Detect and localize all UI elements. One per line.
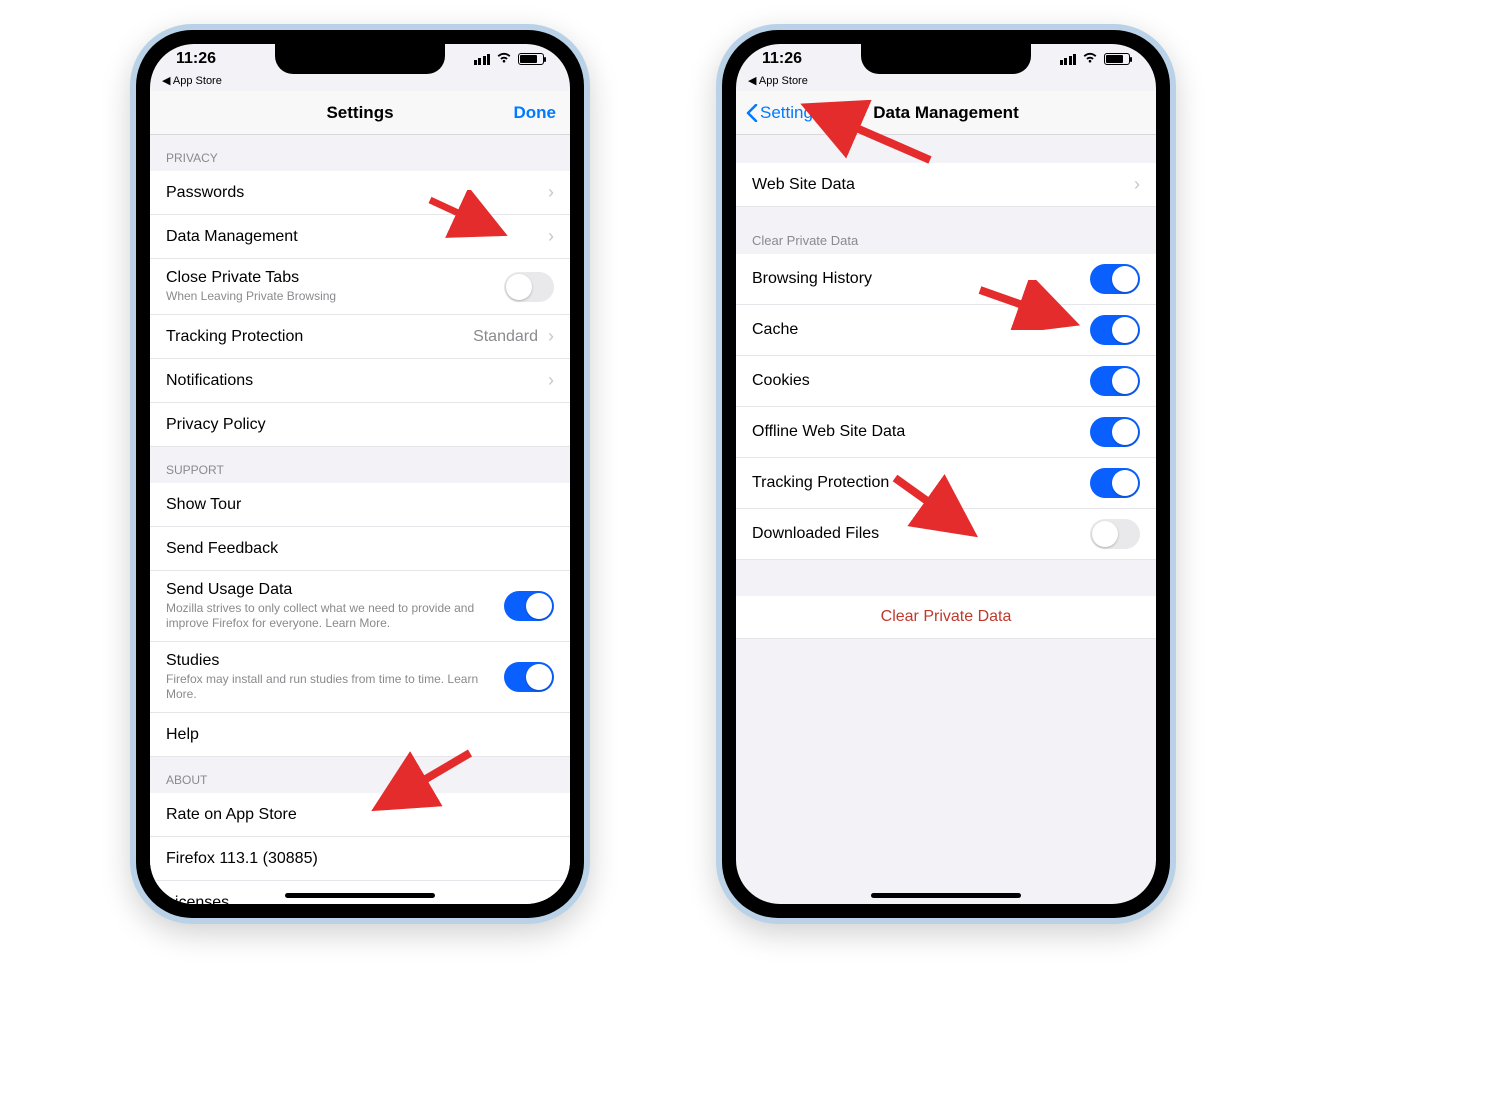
row-send-feedback[interactable]: Send Feedback [150,527,570,571]
navbar: Settings Done [150,91,570,135]
row-web-site-data[interactable]: Web Site Data › [736,163,1156,207]
row-cookies[interactable]: Cookies [736,356,1156,407]
row-cache[interactable]: Cache [736,305,1156,356]
toggle-studies[interactable] [504,662,554,692]
status-icons [474,51,545,67]
settings-content: PRIVACY Passwords › Data Management › Cl… [150,135,570,904]
toggle-cookies[interactable] [1090,366,1140,396]
navbar: Settings Data Management [736,91,1156,135]
done-button[interactable]: Done [514,103,557,123]
bezel: 11:26 ◀ App Store Settings Data Manageme… [722,30,1170,918]
toggle-downloaded-files[interactable] [1090,519,1140,549]
home-indicator[interactable] [285,893,435,898]
chevron-right-icon: › [548,326,554,347]
cellular-icon [1060,54,1077,65]
row-version[interactable]: Firefox 113.1 (30885) [150,837,570,881]
row-browsing-history[interactable]: Browsing History [736,254,1156,305]
chevron-left-icon [746,104,758,122]
row-privacy-policy[interactable]: Privacy Policy [150,403,570,447]
row-notifications[interactable]: Notifications › [150,359,570,403]
toggle-offline-data[interactable] [1090,417,1140,447]
wifi-icon [1082,51,1098,67]
cellular-icon [474,54,491,65]
chevron-right-icon: › [548,370,554,391]
status-icons [1060,51,1131,67]
row-tracking-protection[interactable]: Tracking Protection Standard › [150,315,570,359]
toggle-close-private-tabs[interactable] [504,272,554,302]
return-to-app[interactable]: ◀ App Store [150,74,570,91]
home-indicator[interactable] [871,893,1021,898]
section-about: ABOUT [150,757,570,793]
toggle-tracking-protection[interactable] [1090,468,1140,498]
chevron-right-icon: › [548,226,554,247]
notch [275,44,445,74]
row-tracking-protection-clear[interactable]: Tracking Protection [736,458,1156,509]
row-rate-app-store[interactable]: Rate on App Store [150,793,570,837]
row-downloaded-files[interactable]: Downloaded Files [736,509,1156,560]
phone-right: 11:26 ◀ App Store Settings Data Manageme… [716,24,1176,924]
clear-private-data-button[interactable]: Clear Private Data [736,596,1156,639]
data-mgmt-content: Web Site Data › Clear Private Data Brows… [736,135,1156,904]
row-passwords[interactable]: Passwords › [150,171,570,215]
notch [861,44,1031,74]
wifi-icon [496,51,512,67]
screen-left: 11:26 ◀ App Store Settings Done PRIVACY … [150,44,570,904]
row-send-usage-data[interactable]: Send Usage Data Mozilla strives to only … [150,571,570,642]
nav-title: Settings [326,103,393,123]
section-support: SUPPORT [150,447,570,483]
bezel: 11:26 ◀ App Store Settings Done PRIVACY … [136,30,584,918]
section-clear-private-data: Clear Private Data [736,207,1156,254]
screen-right: 11:26 ◀ App Store Settings Data Manageme… [736,44,1156,904]
row-data-management[interactable]: Data Management › [150,215,570,259]
toggle-browsing-history[interactable] [1090,264,1140,294]
phone-left: 11:26 ◀ App Store Settings Done PRIVACY … [130,24,590,924]
row-show-tour[interactable]: Show Tour [150,483,570,527]
battery-icon [1104,53,1130,65]
row-offline-data[interactable]: Offline Web Site Data [736,407,1156,458]
row-help[interactable]: Help [150,713,570,757]
section-privacy: PRIVACY [150,135,570,171]
toggle-send-usage-data[interactable] [504,591,554,621]
battery-icon [518,53,544,65]
nav-title: Data Management [873,103,1018,123]
status-time: 11:26 [176,50,216,68]
status-time: 11:26 [762,50,802,68]
chevron-right-icon: › [548,182,554,203]
row-studies[interactable]: Studies Firefox may install and run stud… [150,642,570,713]
back-button[interactable]: Settings [746,103,821,123]
toggle-cache[interactable] [1090,315,1140,345]
tracking-protection-value: Standard [473,328,538,346]
row-close-private-tabs[interactable]: Close Private Tabs When Leaving Private … [150,259,570,315]
return-to-app[interactable]: ◀ App Store [736,74,1156,91]
chevron-right-icon: › [1134,174,1140,195]
